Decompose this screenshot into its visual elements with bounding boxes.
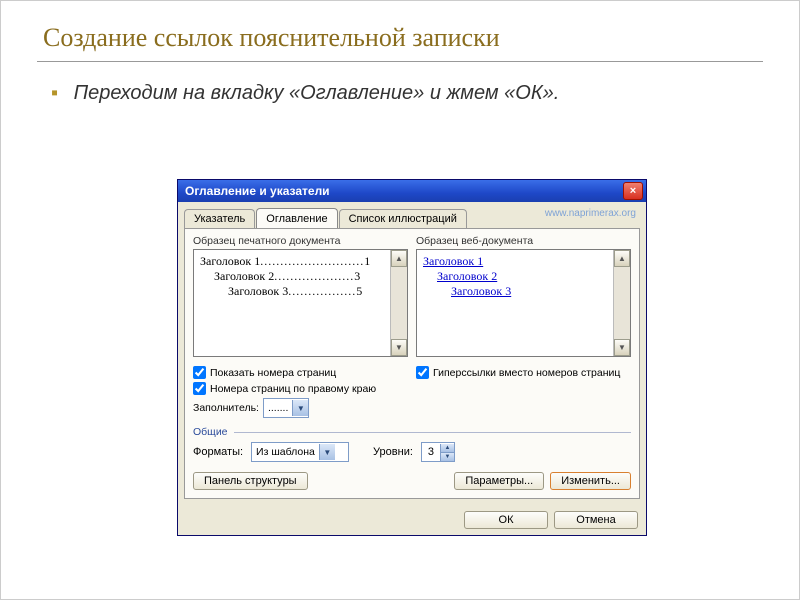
web-preview-label: Образец веб-документа bbox=[416, 235, 631, 247]
toc-line: Заголовок 3.................5 bbox=[200, 284, 401, 299]
filler-label: Заполнитель: bbox=[193, 402, 259, 414]
tab-index[interactable]: Указатель bbox=[184, 209, 255, 228]
web-link[interactable]: Заголовок 3 bbox=[423, 284, 624, 299]
dialog-footer: ОК Отмена bbox=[178, 505, 646, 535]
formats-combo[interactable]: Из шаблона▼ bbox=[251, 442, 349, 462]
print-preview-label: Образец печатного документа bbox=[193, 235, 408, 247]
cancel-button[interactable]: Отмена bbox=[554, 511, 638, 529]
tab-body: Образец печатного документа Заголовок 1.… bbox=[184, 228, 640, 499]
chevron-down-icon[interactable]: ▼ bbox=[319, 444, 335, 460]
params-button[interactable]: Параметры... bbox=[454, 472, 544, 490]
formats-label: Форматы: bbox=[193, 446, 243, 458]
levels-label: Уровни: bbox=[373, 446, 413, 458]
group-common: Общие bbox=[193, 426, 631, 438]
dialog-title: Оглавление и указатели bbox=[185, 184, 623, 198]
bullet-row: ▪ Переходим на вкладку «Оглавление» и жм… bbox=[1, 62, 799, 107]
modify-button[interactable]: Изменить... bbox=[550, 472, 631, 490]
checkbox-icon[interactable] bbox=[193, 366, 206, 379]
checkbox-icon[interactable] bbox=[193, 382, 206, 395]
scroll-down-icon[interactable]: ▼ bbox=[391, 339, 407, 356]
web-link[interactable]: Заголовок 2 bbox=[423, 269, 624, 284]
slide-title: Создание ссылок пояснительной записки bbox=[1, 1, 799, 59]
print-preview: Заголовок 1..........................1 З… bbox=[193, 249, 408, 357]
bullet-dot: ▪ bbox=[51, 82, 58, 104]
scroll-down-icon[interactable]: ▼ bbox=[614, 339, 630, 356]
bullet-text: Переходим на вкладку «Оглавление» и жмем… bbox=[74, 82, 560, 104]
chk-hyperlinks[interactable]: Гиперссылки вместо номеров страниц bbox=[416, 366, 631, 379]
toc-line: Заголовок 1..........................1 bbox=[200, 254, 401, 269]
spin-up-icon[interactable]: ▲ bbox=[440, 444, 454, 453]
tab-toc[interactable]: Оглавление bbox=[256, 208, 337, 228]
scrollbar[interactable]: ▲ ▼ bbox=[613, 250, 630, 356]
chk-right-align[interactable]: Номера страниц по правому краю bbox=[193, 382, 408, 395]
checkbox-icon[interactable] bbox=[416, 366, 429, 379]
chevron-down-icon[interactable]: ▼ bbox=[292, 400, 308, 416]
outline-panel-button[interactable]: Панель структуры bbox=[193, 472, 308, 490]
close-icon[interactable]: × bbox=[623, 182, 643, 200]
tab-illustrations[interactable]: Список иллюстраций bbox=[339, 209, 467, 228]
dialog-titlebar[interactable]: Оглавление и указатели × bbox=[178, 180, 646, 202]
toc-line: Заголовок 2....................3 bbox=[200, 269, 401, 284]
ok-button[interactable]: ОК bbox=[464, 511, 548, 529]
watermark-link[interactable]: www.naprimerax.org bbox=[545, 208, 636, 219]
spin-down-icon[interactable]: ▼ bbox=[440, 453, 454, 461]
web-link[interactable]: Заголовок 1 bbox=[423, 254, 624, 269]
scroll-up-icon[interactable]: ▲ bbox=[614, 250, 630, 267]
chk-show-pages[interactable]: Показать номера страниц bbox=[193, 366, 408, 379]
filler-combo[interactable]: .......▼ bbox=[263, 398, 309, 418]
web-preview: Заголовок 1 Заголовок 2 Заголовок 3 ▲ ▼ bbox=[416, 249, 631, 357]
scrollbar[interactable]: ▲ ▼ bbox=[390, 250, 407, 356]
scroll-up-icon[interactable]: ▲ bbox=[391, 250, 407, 267]
levels-spinner[interactable]: 3 ▲▼ bbox=[421, 442, 455, 462]
toc-dialog: Оглавление и указатели × Указатель Оглав… bbox=[177, 179, 647, 536]
tab-strip: Указатель Оглавление Список иллюстраций … bbox=[178, 202, 646, 228]
